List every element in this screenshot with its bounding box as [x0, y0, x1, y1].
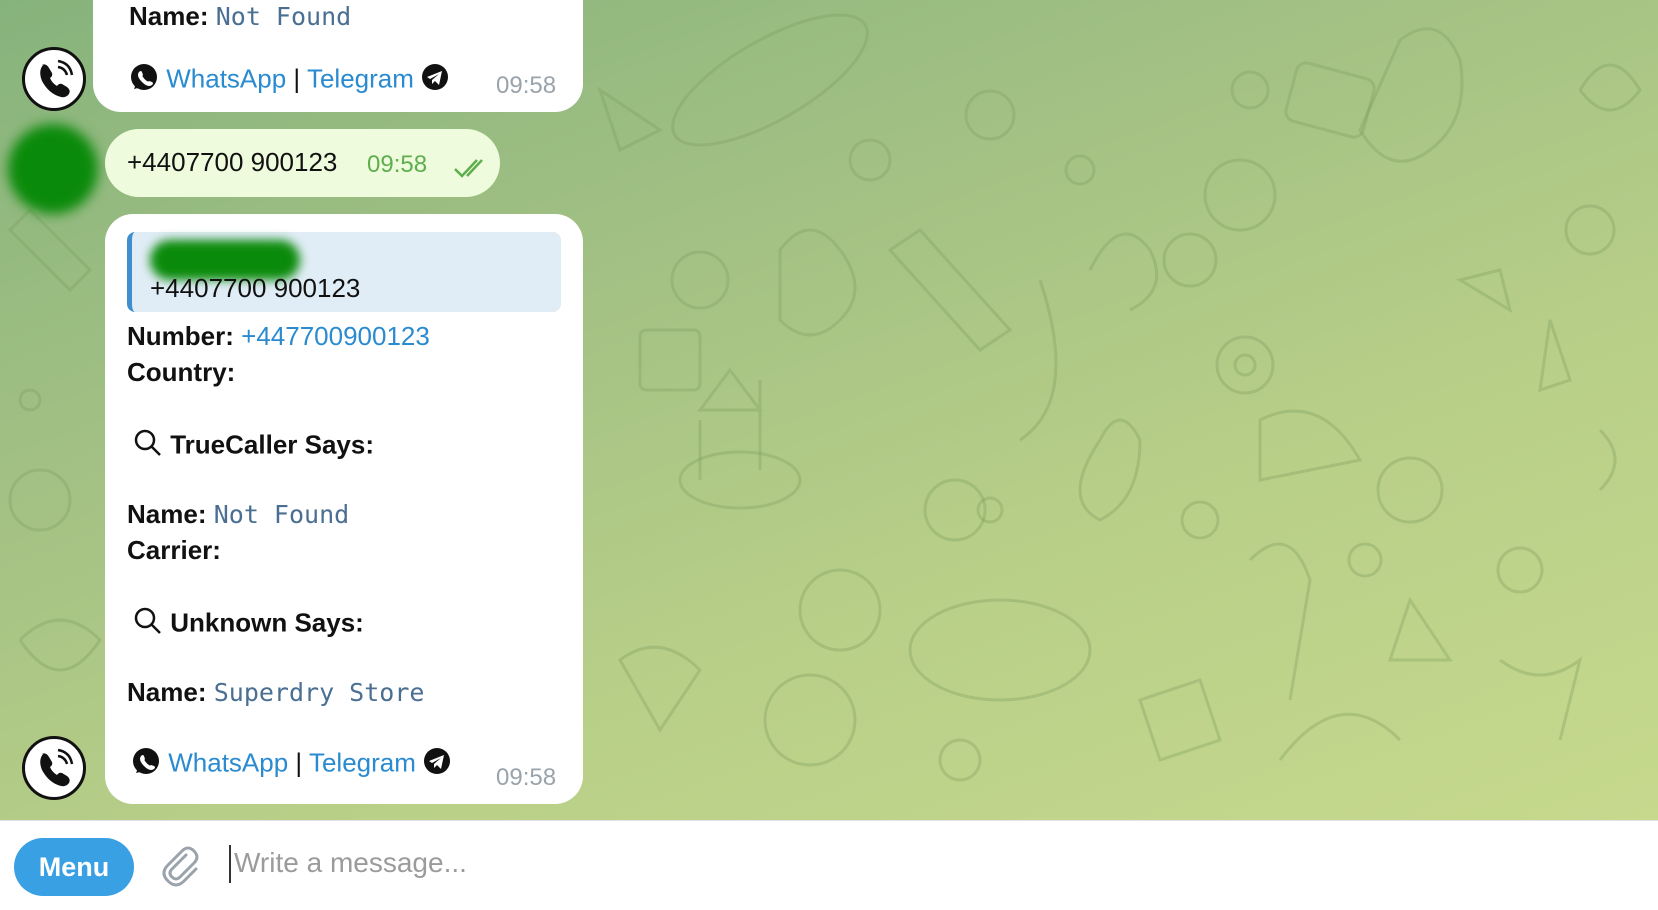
name-label: Name: [127, 677, 207, 707]
telegram-icon [421, 63, 449, 98]
bot-message-top: Name: Not Found WhatsApp | Telegram 09:5… [93, 0, 583, 112]
chat-area: Name: Not Found WhatsApp | Telegram 09:5… [0, 0, 1658, 820]
name-label: Name: [127, 499, 207, 529]
bot-avatar[interactable] [22, 47, 86, 111]
outgoing-message: +4407700 900123 09:58 [105, 129, 500, 197]
number-link[interactable]: +447700900123 [241, 321, 430, 351]
links-row: WhatsApp | Telegram [131, 746, 451, 783]
message-time: 09:58 [496, 764, 557, 791]
name-value: Not Found [213, 500, 350, 529]
menu-button[interactable]: Menu [14, 838, 134, 896]
bot-message-result: +4407700 900123 Number: +447700900123 Co… [105, 214, 583, 804]
link-separator: | [295, 747, 303, 778]
paperclip-icon[interactable] [156, 843, 200, 892]
carrier-label: Carrier: [127, 535, 221, 565]
links-row: WhatsApp | Telegram [129, 62, 449, 99]
message-composer: Menu Write a message... [0, 820, 1658, 910]
reply-quote[interactable]: +4407700 900123 [127, 232, 561, 312]
message-time: 09:58 [496, 72, 557, 99]
search-icon [133, 428, 163, 465]
bot-avatar[interactable] [22, 736, 86, 800]
truecaller-heading: TrueCaller Says: [170, 429, 375, 460]
link-separator: | [293, 63, 301, 94]
quote-text: +4407700 900123 [150, 273, 361, 303]
user-avatar[interactable] [8, 124, 98, 214]
phone-call-icon [40, 748, 74, 787]
double-check-icon [454, 159, 483, 178]
telegram-icon [423, 747, 451, 782]
name-value: Not Found [215, 2, 352, 31]
phone-call-icon [40, 59, 74, 98]
whatsapp-link[interactable]: WhatsApp [168, 747, 288, 777]
whatsapp-link[interactable]: WhatsApp [166, 63, 286, 93]
unknown-heading: Unknown Says: [170, 607, 364, 638]
name-label: Name: [129, 1, 209, 31]
message-text: +4407700 900123 [127, 147, 338, 177]
name-value: Superdry Store [213, 678, 425, 707]
telegram-link[interactable]: Telegram [307, 63, 414, 93]
search-icon [133, 606, 163, 643]
telegram-link[interactable]: Telegram [309, 747, 416, 777]
whatsapp-icon [129, 62, 159, 99]
message-input[interactable]: Write a message... [234, 847, 467, 879]
message-time: 09:58 [367, 151, 428, 178]
whatsapp-icon [131, 746, 161, 783]
text-caret [229, 845, 231, 883]
number-label: Number: [127, 321, 234, 351]
country-label: Country: [127, 357, 236, 387]
